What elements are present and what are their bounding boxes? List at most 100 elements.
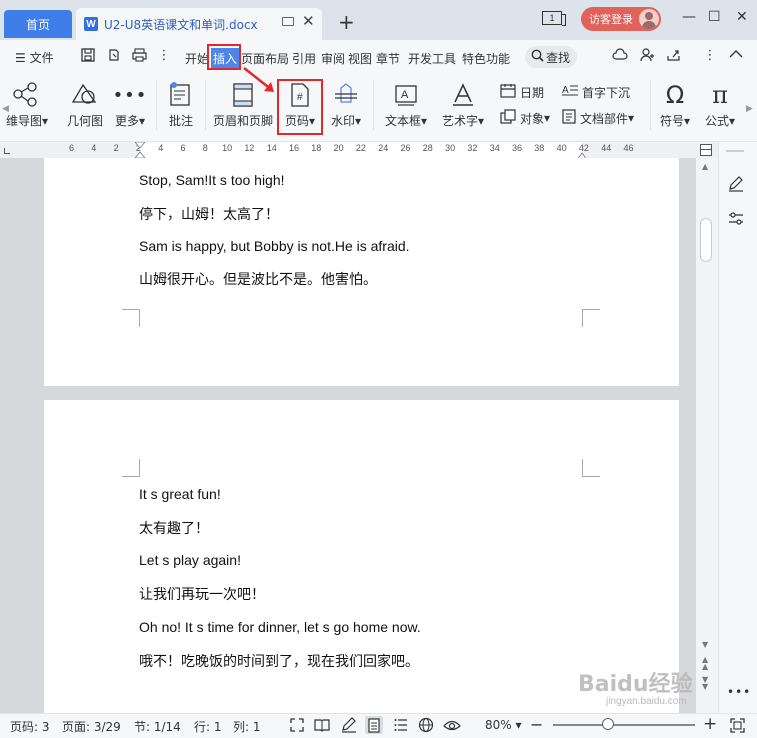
- status-page-number[interactable]: 页码: 3: [10, 718, 50, 735]
- more-menu-icon[interactable]: ⋮: [156, 48, 172, 64]
- page-number-highlight-box: [277, 79, 323, 135]
- ruler-tick-label: 6: [69, 143, 75, 153]
- formula-button[interactable]: π 公式▾: [700, 80, 740, 129]
- fullscreen-icon[interactable]: [288, 716, 306, 734]
- text-line[interactable]: Sam is happy, but Bobby is not.He is afr…: [139, 238, 410, 254]
- fit-window-icon[interactable]: [728, 716, 746, 734]
- menu-references[interactable]: 引用: [292, 50, 316, 67]
- ruler-tick-label: 30: [445, 143, 456, 153]
- textbox-button[interactable]: A 文本框▾: [382, 80, 430, 129]
- geometry-label: 几何图: [66, 114, 103, 128]
- text-line[interactable]: It s great fun!: [139, 486, 221, 502]
- more-tools-icon[interactable]: •••: [727, 685, 751, 699]
- status-page-of[interactable]: 页面: 3/29: [62, 718, 121, 735]
- more-shapes-button[interactable]: ••• 更多▾: [112, 80, 148, 129]
- zoom-slider[interactable]: [553, 724, 695, 726]
- menu-review[interactable]: 审阅: [321, 50, 345, 67]
- text-line[interactable]: 哦不！吃晚饭的时间到了，现在我们回家吧。: [139, 651, 419, 671]
- object-icon: [500, 109, 516, 127]
- geometry-button[interactable]: 几何图: [64, 80, 106, 129]
- more-options-icon[interactable]: ⋮: [702, 48, 718, 64]
- ruler-corner-icon: [4, 148, 10, 154]
- watermark-button[interactable]: 水印▾: [326, 80, 366, 129]
- ruler-indent-marker[interactable]: [134, 141, 146, 159]
- panel-toggle-icon[interactable]: [726, 150, 744, 152]
- scrollbar-thumb[interactable]: [700, 218, 712, 262]
- window-mode-icon[interactable]: [282, 17, 294, 26]
- prev-page-icon[interactable]: ▲ ▲: [702, 656, 708, 671]
- eye-protection-icon[interactable]: [443, 716, 461, 734]
- share-icon[interactable]: [666, 48, 682, 64]
- menu-developer[interactable]: 开发工具: [408, 50, 456, 67]
- comment-button[interactable]: 批注: [164, 80, 198, 129]
- zoom-slider-thumb[interactable]: [602, 718, 614, 730]
- text-line[interactable]: Oh no! It s time for dinner, let s go ho…: [139, 619, 421, 635]
- ribbon-separator: [156, 80, 157, 130]
- ruler-tick-label: 44: [601, 143, 612, 153]
- close-window-icon[interactable]: ✕: [736, 9, 748, 25]
- scroll-down-icon[interactable]: ▼: [702, 640, 708, 649]
- geometry-icon: [64, 80, 106, 110]
- print-icon[interactable]: [131, 48, 147, 64]
- minimize-icon[interactable]: —: [682, 9, 696, 25]
- text-line[interactable]: Stop, Sam!It s too high!: [139, 172, 285, 188]
- dropcap-button[interactable]: A 首字下沉: [562, 83, 630, 101]
- new-tab-button[interactable]: +: [338, 10, 355, 34]
- search-icon: [531, 49, 544, 65]
- ruler-tick-label: 16: [289, 143, 300, 153]
- ruler-tick-label: 18: [311, 143, 322, 153]
- status-section[interactable]: 节: 1/14: [134, 718, 181, 735]
- menu-view[interactable]: 视图: [348, 50, 372, 67]
- text-line[interactable]: 山姆很开心。但是波比不是。他害怕。: [139, 269, 377, 289]
- cloud-icon[interactable]: [612, 48, 628, 64]
- text-line[interactable]: 让我们再玩一次吧！: [139, 584, 265, 604]
- margin-corner-mark: [582, 309, 600, 327]
- ruler-tick-label: 46: [623, 143, 634, 153]
- split-view-icon[interactable]: [700, 144, 712, 156]
- collapse-ribbon-icon[interactable]: [728, 48, 744, 64]
- file-menu[interactable]: ☰ 文件: [15, 49, 54, 66]
- scroll-up-icon[interactable]: ▲: [702, 162, 708, 171]
- doc-parts-button[interactable]: 文档部件 ▾: [562, 109, 634, 127]
- home-tab[interactable]: 首页: [4, 10, 72, 38]
- page-count-icon[interactable]: 1: [542, 11, 566, 26]
- text-line[interactable]: Let s play again!: [139, 552, 241, 568]
- web-view-icon[interactable]: [417, 716, 435, 734]
- date-button[interactable]: 日期: [500, 83, 544, 101]
- adjust-settings-icon[interactable]: [727, 210, 745, 231]
- ruler-tick-label: 32: [467, 143, 478, 153]
- zoom-out-button[interactable]: −: [530, 715, 543, 734]
- ruler-right-marker[interactable]: [576, 149, 588, 161]
- search-button[interactable]: 查找: [525, 46, 577, 68]
- zoom-in-button[interactable]: +: [703, 714, 717, 734]
- mindmap-button[interactable]: 维导图▾: [4, 80, 50, 129]
- ruler-tick-label: 4: [158, 143, 164, 153]
- edit-mode-icon[interactable]: [340, 716, 358, 734]
- save-icon[interactable]: [80, 48, 96, 64]
- maximize-icon[interactable]: ☐: [708, 9, 721, 25]
- visitor-login-button[interactable]: 访客登录: [581, 7, 661, 31]
- reading-mode-icon[interactable]: [313, 716, 331, 734]
- edit-pen-icon[interactable]: [727, 175, 745, 196]
- ruler-tick-label: 4: [91, 143, 97, 153]
- wordart-icon: [438, 80, 488, 110]
- wordart-button[interactable]: 艺术字▾: [438, 80, 488, 129]
- margin-corner-mark: [122, 459, 140, 477]
- zoom-level-value: 80%: [485, 718, 512, 732]
- text-line[interactable]: 停下，山姆！太高了！: [139, 204, 279, 224]
- menu-chapter[interactable]: 章节: [376, 50, 400, 67]
- text-line[interactable]: 太有趣了！: [139, 518, 209, 538]
- outline-view-icon[interactable]: [392, 716, 410, 734]
- menu-features[interactable]: 特色功能: [462, 50, 510, 67]
- status-row: 行: 1: [194, 720, 222, 734]
- next-page-icon[interactable]: ▼ ▼: [702, 676, 708, 691]
- collaborate-icon[interactable]: [640, 48, 656, 64]
- menu-start[interactable]: 开始: [185, 50, 209, 67]
- ribbon-scroll-right-icon[interactable]: ▶: [746, 104, 753, 114]
- export-icon[interactable]: [106, 48, 122, 64]
- object-button[interactable]: 对象 ▾: [500, 109, 550, 127]
- symbol-button[interactable]: Ω 符号▾: [655, 80, 695, 129]
- zoom-level[interactable]: 80% ▾: [485, 718, 522, 732]
- close-tab-icon[interactable]: ✕: [302, 12, 315, 30]
- page-view-icon[interactable]: [365, 716, 383, 734]
